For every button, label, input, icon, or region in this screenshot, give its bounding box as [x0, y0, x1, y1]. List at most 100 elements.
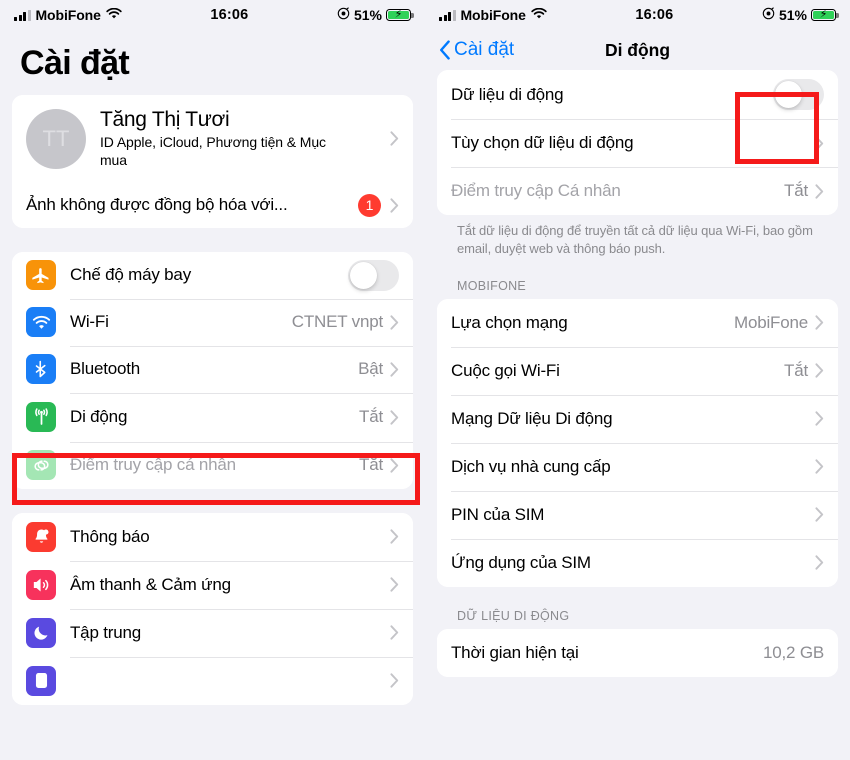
account-name: Tăng Thị Tươi	[100, 108, 230, 131]
chevron-right-icon	[390, 577, 399, 592]
bluetooth-icon	[26, 354, 56, 385]
chevron-right-icon	[390, 673, 399, 688]
chevron-right-icon	[815, 135, 824, 151]
row-label: PIN của SIM	[451, 504, 545, 524]
back-button[interactable]: Cài đặt	[439, 39, 514, 61]
row-label: Thời gian hiện tại	[451, 642, 579, 662]
sidebar-item-notifications[interactable]: Thông báo	[12, 512, 413, 561]
mobile-data-options-row[interactable]: Tùy chọn dữ liệu di động	[437, 119, 838, 167]
signal-bars-icon	[14, 9, 31, 21]
cellular-icon	[26, 402, 56, 433]
cellular-settings-screen: MobiFone 16:06 51% ⚡ Cài đặt Di động Dữ …	[425, 0, 850, 760]
airplane-mode-toggle[interactable]	[348, 259, 399, 291]
chevron-right-icon	[390, 362, 399, 377]
sound-speaker-icon	[26, 569, 56, 600]
account-info: Tăng Thị Tươi ID Apple, iCloud, Phương t…	[100, 108, 390, 170]
settings-content: Cài đặt TT Tăng Thị Tươi ID Apple, iClou…	[0, 30, 425, 705]
carrier-card: Lựa chọn mạng MobiFone Cuộc gọi Wi-Fi Tắ…	[437, 298, 838, 587]
chevron-right-icon	[390, 131, 399, 147]
row-label: Dịch vụ nhà cung cấp	[451, 456, 611, 476]
charging-bolt-icon: ⚡	[394, 8, 403, 21]
network-selection-row[interactable]: Lựa chọn mạng MobiFone	[437, 298, 838, 347]
row-label: Mạng Dữ liệu Di động	[451, 408, 613, 428]
sidebar-item-label: Tập trung	[70, 622, 141, 642]
sidebar-item-screen-time[interactable]	[12, 656, 413, 705]
battery-icon: ⚡	[811, 8, 839, 22]
status-left-group: MobiFone	[439, 7, 547, 23]
chevron-right-icon	[815, 411, 824, 427]
battery-icon: ⚡	[386, 8, 414, 22]
personal-hotspot-row[interactable]: Điểm truy cập Cá nhân Tắt	[437, 167, 838, 215]
row-value: MobiFone	[734, 312, 808, 332]
mobile-data-label: Dữ liệu di động	[451, 84, 564, 104]
row-label: Cuộc gọi Wi-Fi	[451, 360, 560, 380]
row-value: Tắt	[784, 360, 808, 380]
chevron-right-icon	[815, 363, 824, 379]
sidebar-item-label: Âm thanh & Cảm ứng	[70, 574, 231, 594]
chevron-right-icon	[390, 315, 399, 330]
usage-card: Thời gian hiện tại 10,2 GB	[437, 628, 838, 677]
avatar: TT	[26, 108, 86, 169]
sidebar-item-label: Chế độ máy bay	[70, 265, 191, 285]
chevron-right-icon	[815, 315, 824, 331]
personal-hotspot-value: Tắt	[784, 181, 808, 200]
mobile-data-footer: Tắt dữ liệu di động để truyền tất cả dữ …	[457, 223, 813, 257]
usage-group-header: DỮ LIỆU DI ĐỘNG	[457, 608, 570, 623]
focus-mode-icon	[337, 7, 350, 23]
settings-home-screen: MobiFone 16:06 51% ⚡ Cài đặt TT Tăng Thị…	[0, 0, 425, 760]
sidebar-item-airplane-mode[interactable]: Chế độ máy bay	[12, 251, 413, 299]
row-label: Lựa chọn mạng	[451, 312, 568, 332]
status-clock: 16:06	[635, 7, 674, 23]
status-clock: 16:06	[210, 7, 249, 23]
account-subtitle: ID Apple, iCloud, Phương tiện & Mục mua	[100, 134, 326, 168]
notification-bell-icon	[26, 521, 56, 552]
status-bar-left: MobiFone 16:06 51% ⚡	[0, 0, 425, 30]
dual-screenshot-container: MobiFone 16:06 51% ⚡ Cài đặt TT Tăng Thị…	[0, 0, 850, 760]
chevron-right-icon	[390, 198, 399, 213]
row-value: 10,2 GB	[763, 642, 824, 662]
sidebar-item-focus[interactable]: Tập trung	[12, 608, 413, 657]
status-right-group: 51% ⚡	[337, 7, 414, 23]
mobile-data-row[interactable]: Dữ liệu di động	[437, 70, 838, 119]
mobile-data-toggle[interactable]	[773, 79, 824, 110]
sidebar-item-label: Wi-Fi	[70, 312, 109, 332]
chevron-right-icon	[390, 529, 399, 544]
mobile-data-options-label: Tùy chọn dữ liệu di động	[451, 133, 634, 152]
sidebar-item-wifi[interactable]: Wi-Fi CTNET vnpt	[12, 298, 413, 346]
sidebar-item-label: Thông báo	[70, 526, 150, 546]
apple-id-row[interactable]: TT Tăng Thị Tươi ID Apple, iCloud, Phươn…	[12, 95, 413, 183]
chevron-right-icon	[815, 507, 824, 523]
current-period-row: Thời gian hiện tại 10,2 GB	[437, 628, 838, 677]
icloud-alert-row[interactable]: Ảnh không được đồng bộ hóa với... 1	[12, 182, 413, 228]
sim-pin-row[interactable]: PIN của SIM	[437, 490, 838, 539]
sidebar-item-personal-hotspot[interactable]: Điểm truy cập cá nhân Tắt	[12, 441, 413, 489]
status-bar-right: MobiFone 16:06 51% ⚡	[425, 0, 850, 30]
connectivity-card: Chế độ máy bay Wi-Fi CTNET vnpt Bluetoot…	[12, 251, 413, 489]
sidebar-item-sounds-haptics[interactable]: Âm thanh & Cảm ứng	[12, 560, 413, 609]
sidebar-item-label: Bluetooth	[70, 359, 141, 379]
wifi-calling-row[interactable]: Cuộc gọi Wi-Fi Tắt	[437, 346, 838, 395]
carrier-name: MobiFone	[35, 7, 101, 23]
carrier-services-row[interactable]: Dịch vụ nhà cung cấp	[437, 442, 838, 491]
sim-applications-row[interactable]: Ứng dụng của SIM	[437, 538, 838, 587]
chevron-right-icon	[815, 183, 824, 199]
chevron-right-icon	[390, 410, 399, 425]
cellular-content: Dữ liệu di động Tùy chọn dữ liệu di động…	[425, 70, 850, 677]
wifi-value: CTNET vnpt	[291, 312, 383, 332]
carrier-name: MobiFone	[460, 7, 526, 23]
status-right-group: 51% ⚡	[762, 7, 839, 23]
chevron-right-icon	[815, 459, 824, 475]
personal-hotspot-label: Điểm truy cập Cá nhân	[451, 181, 621, 200]
sidebar-item-bluetooth[interactable]: Bluetooth Bật	[12, 345, 413, 393]
status-badge: 1	[358, 193, 381, 217]
row-label: Ứng dụng của SIM	[451, 552, 591, 572]
sidebar-item-label: Di động	[70, 407, 128, 427]
navigation-bar: Cài đặt Di động	[425, 30, 850, 70]
alerts-card: Thông báo Âm thanh & Cảm ứng Tập trung	[12, 512, 413, 705]
chevron-left-icon	[439, 40, 451, 60]
back-button-label: Cài đặt	[454, 39, 515, 60]
mobile-data-network-row[interactable]: Mạng Dữ liệu Di động	[437, 394, 838, 443]
sidebar-item-cellular[interactable]: Di động Tắt	[12, 392, 413, 442]
chevron-right-icon	[390, 458, 399, 473]
focus-mode-icon	[762, 7, 775, 23]
